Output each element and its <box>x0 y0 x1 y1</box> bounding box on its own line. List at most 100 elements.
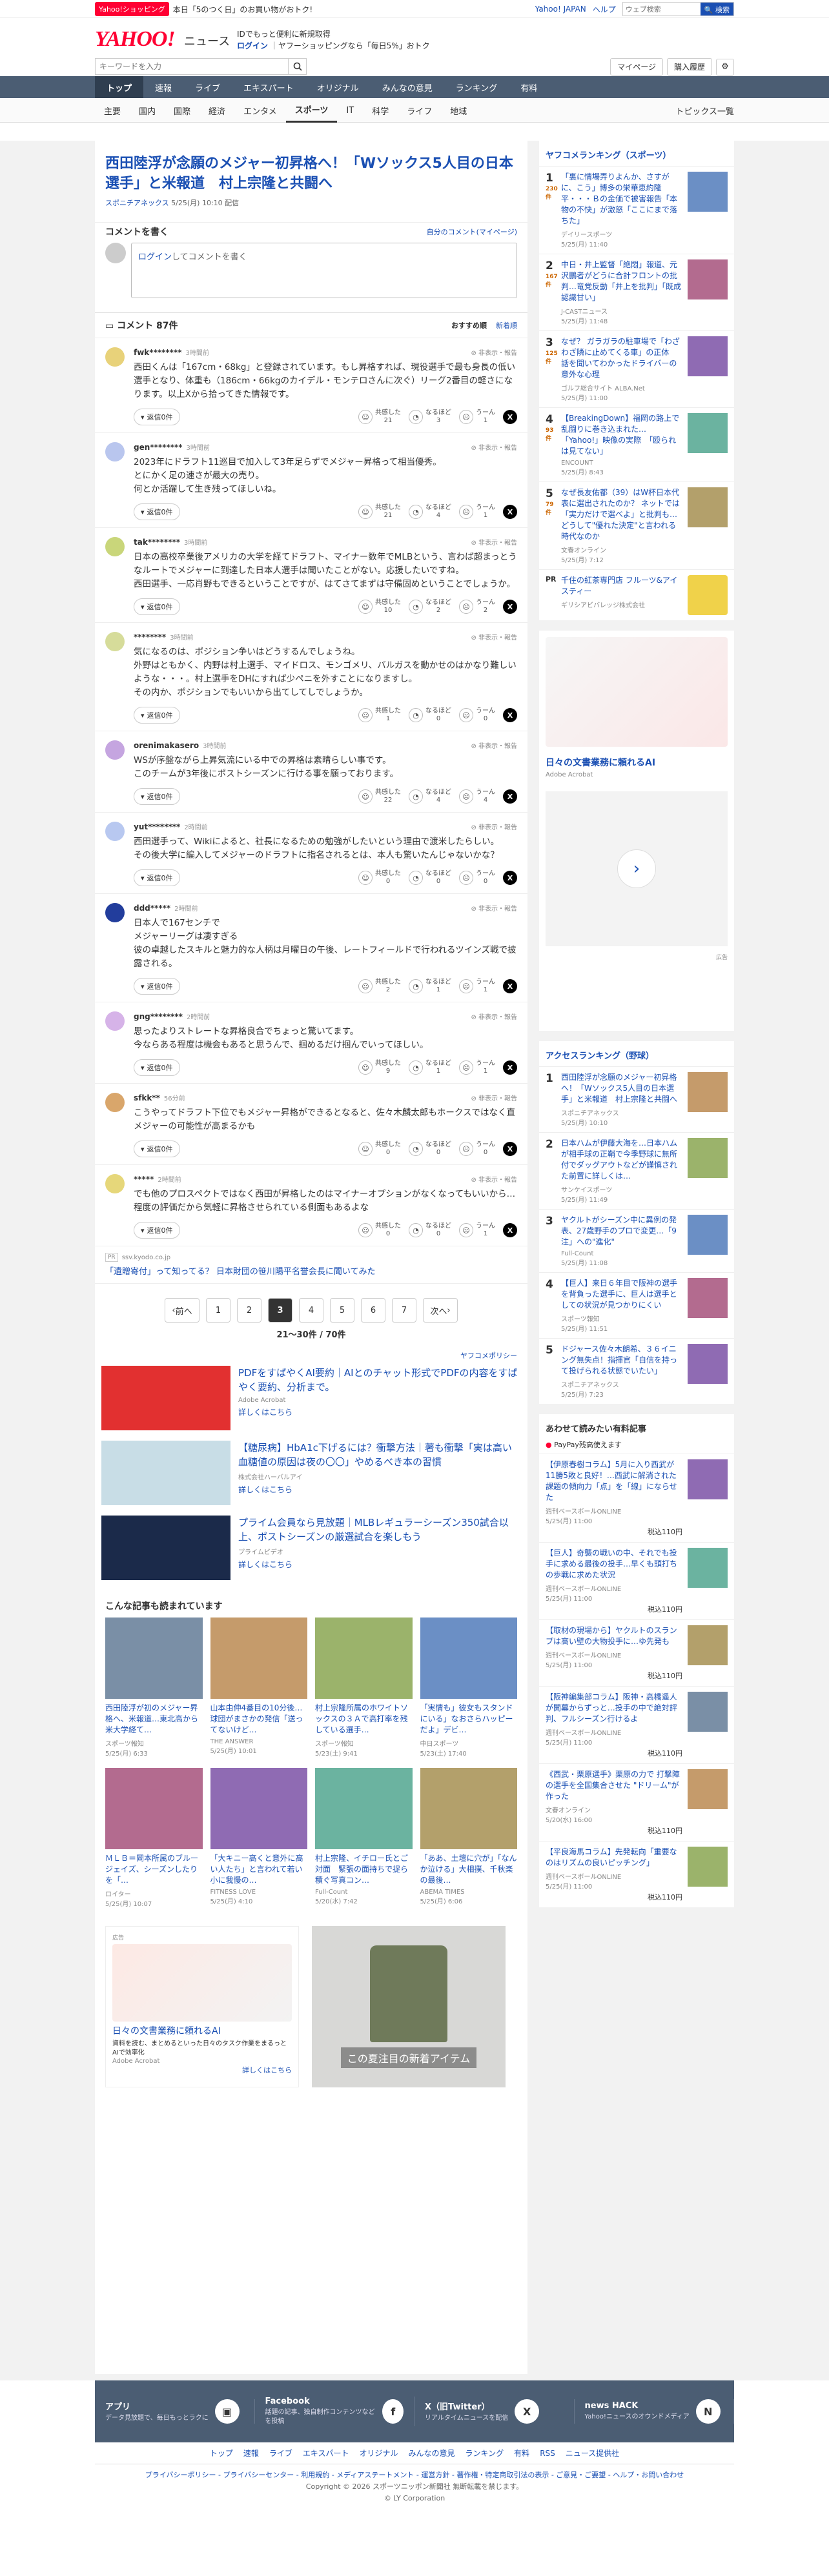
rank-title[interactable]: 中日・井上監督「絶悶」報道、元沢鵬者がどうに合計フロントの批判…竜党反動「井上を… <box>561 259 682 303</box>
web-search-input[interactable] <box>622 3 701 15</box>
read-item[interactable]: 山本由伸4番目の10分後…球団がまさかの発信「送ってないけど… THE ANSWE… <box>210 1618 308 1758</box>
read-title[interactable]: 村上宗隆、イチロー氏とご対面 緊張の面持ちで捉ら積ぐ写真コン… <box>315 1853 413 1886</box>
subnav-item-6[interactable]: IT <box>337 98 363 123</box>
footer-nav-item[interactable]: みんなの意見 <box>409 2448 455 2459</box>
x-share-icon[interactable]: X <box>503 1142 517 1156</box>
report-link[interactable]: ⊘ 非表示・報告 <box>471 632 517 642</box>
subnav-item-7[interactable]: 科学 <box>363 98 398 123</box>
report-link[interactable]: ⊘ 非表示・報告 <box>471 1174 517 1184</box>
vote-fine[interactable]: ◔ なるほど 0 <box>409 1141 451 1157</box>
vote-agree[interactable]: ☺ 共感した 0 <box>358 870 401 886</box>
pager-page[interactable]: 3 <box>268 1298 292 1323</box>
paid-article-title[interactable]: 【巨人】奇襲の戦いの中、それでも投手に求める最後の投手…早くも頭打ちの歩戦に求め… <box>546 1548 682 1581</box>
read-item[interactable]: 「ああ、土壇に穴が」「なんか泣ける」大相撲、千秋楽の最後… ABEMA TIMES… <box>420 1768 517 1908</box>
comment-username[interactable]: ddd***** <box>134 904 170 913</box>
purchase-history-button[interactable]: 購入履歴 <box>666 58 712 76</box>
paid-article-item[interactable]: 【伊原春樹コラム】5月に入り西武が11勝5敗と良好！…西武に解消された課題の傾向… <box>539 1454 734 1542</box>
ad-title[interactable]: 【糖尿病】HbA1c下げるには？衝撃方法｜著も衝撃「実は高い血糖値の原因は夜の〇… <box>238 1441 521 1469</box>
footer-nav-item[interactable]: エキスパート <box>303 2448 349 2459</box>
avatar[interactable] <box>105 632 125 651</box>
x-share-icon[interactable]: X <box>503 979 517 993</box>
pager-page[interactable]: 6 <box>361 1298 385 1323</box>
reply-button[interactable]: ▾ 返信0件 <box>134 503 180 520</box>
pager-prev[interactable]: ‹ 前へ <box>165 1298 200 1323</box>
footer-item[interactable]: Facebook 話題の記事、独自制作コンテンツなどを投稿 f <box>255 2397 414 2426</box>
vote-agree[interactable]: ☺ 共感した 21 <box>358 409 401 425</box>
avatar[interactable] <box>105 1174 125 1193</box>
read-title[interactable]: 西田陸浮が初のメジャー昇格へ、米報道…東北高から米大学経て… <box>105 1703 203 1736</box>
report-link[interactable]: ⊘ 非表示・報告 <box>471 347 517 357</box>
read-item[interactable]: 「実情も」彼女もスタンドにいる」なおさらハッピーだよ」デビ… 中日スポーツ 5/23… <box>420 1618 518 1758</box>
sort-new[interactable]: 新着順 <box>496 320 517 330</box>
vote-hmm[interactable]: ☹ うーん 2 <box>459 599 495 614</box>
report-link[interactable]: ⊘ 非表示・報告 <box>471 740 517 750</box>
report-link[interactable]: ⊘ 非表示・報告 <box>471 537 517 547</box>
rank-title[interactable]: なぜ？ ガラガラの駐車場で「わざわざ隣に止めてくる車」の正体 話を聞いてわかった… <box>561 336 682 380</box>
ad-item[interactable]: PDFをすばやくAI要約｜AIとのチャット形式でPDFの内容をすばやく要約、分析… <box>101 1366 521 1430</box>
vote-hmm[interactable]: ☹ うーん 0 <box>459 870 495 886</box>
pager-next[interactable]: 次へ › <box>423 1298 458 1323</box>
vote-agree[interactable]: ☺ 共感した 2 <box>358 979 401 994</box>
ad-more-link[interactable]: 詳しくはこちら <box>238 1484 521 1495</box>
mainnav-item-7[interactable]: 有料 <box>509 76 549 98</box>
comment-username[interactable]: yut******** <box>134 822 180 831</box>
reply-button[interactable]: ▾ 返信0件 <box>134 1141 180 1157</box>
subnav-item-3[interactable]: 経済 <box>200 98 234 123</box>
vote-fine[interactable]: ◔ なるほど 2 <box>409 599 451 614</box>
x-share-icon[interactable]: X <box>503 789 517 804</box>
vote-hmm[interactable]: ☹ うーん 0 <box>459 707 495 723</box>
vote-agree[interactable]: ☺ 共感した 9 <box>358 1060 401 1075</box>
inline-ad[interactable]: PR ssv.kyodo.co.jp 「遺贈寄付」って知ってる？ 日本財団の笹川… <box>95 1246 527 1284</box>
report-link[interactable]: ⊘ 非表示・報告 <box>471 822 517 831</box>
mainnav-item-2[interactable]: ライブ <box>183 76 232 98</box>
promo-text[interactable]: 本日「5のつく日」のお買い物がおトク! <box>173 4 312 15</box>
shopping-promo[interactable]: ヤフーショッピングなら「毎日5%」おトク <box>278 41 430 50</box>
read-title[interactable]: 「実情も」彼女もスタンドにいる」なおさらハッピーだよ」デビ… <box>420 1703 518 1736</box>
rank-title[interactable]: なぜ長友佑都（39）はW杯日本代表に選出されたのか？ ネットでは「実力だけで選べ… <box>561 487 682 542</box>
ad-more-link[interactable]: 詳しくはこちら <box>238 1406 521 1417</box>
access-rank-title[interactable]: 日本ハムが伊藤大海を…日本ハムが相手球の正鞘で今季野球に無所付でダッグアウトなど… <box>561 1138 682 1182</box>
footer-nav-item[interactable]: RSS <box>540 2449 555 2458</box>
ranking-item[interactable]: 1 230件 「裏に情場弄りよんか、さすがに、こう」博多の栄華恵約隆平・・・Ｂの金価… <box>539 166 734 254</box>
x-share-icon[interactable]: X <box>503 600 517 614</box>
ranking-pr-item[interactable]: PR 千住の紅茶専門店 フルーツ&アイスティー ギリシアビバレッジ株式会社 <box>539 569 734 620</box>
paid-article-title[interactable]: 【取材の現場から】ヤクルトのスランプは高い壁の大物投手に…ゆ先発も <box>546 1625 682 1647</box>
yahoo-japan-link[interactable]: Yahoo! JAPAN <box>535 5 586 14</box>
ad-more-link[interactable]: 詳しくはこちら <box>238 1559 521 1570</box>
vote-fine[interactable]: ◔ なるほど 4 <box>409 789 451 804</box>
avatar[interactable] <box>105 822 125 841</box>
mainnav-item-6[interactable]: ランキング <box>444 76 509 98</box>
report-link[interactable]: ⊘ 非表示・報告 <box>471 442 517 452</box>
subnav-item-8[interactable]: ライフ <box>398 98 441 123</box>
read-item[interactable]: 西田陸浮が初のメジャー昇格へ、米報道…東北高から米大学経て… スポーツ報知 5/25… <box>105 1618 203 1758</box>
subnav-item-1[interactable]: 国内 <box>130 98 165 123</box>
comment-username[interactable]: ***** <box>134 1175 154 1184</box>
vote-agree[interactable]: ☺ 共感した 0 <box>358 1222 401 1238</box>
pager-page[interactable]: 2 <box>237 1298 261 1323</box>
avatar[interactable] <box>105 537 125 556</box>
read-title[interactable]: 山本由伸4番目の10分後…球団がまさかの発信「送ってないけど… <box>210 1703 308 1736</box>
report-link[interactable]: ⊘ 非表示・報告 <box>471 1011 517 1021</box>
vote-hmm[interactable]: ☹ うーん 4 <box>459 789 495 804</box>
mainnav-item-1[interactable]: 速報 <box>143 76 183 98</box>
topics-list-link[interactable]: トピックス一覧 <box>675 105 734 117</box>
x-share-icon[interactable]: X <box>503 1060 517 1075</box>
pager-page[interactable]: 1 <box>206 1298 230 1323</box>
keyword-input[interactable] <box>95 58 289 75</box>
inline-ad-text[interactable]: 「遺贈寄付」って知ってる？ 日本財団の笹川陽平名誉会長に聞いてみた <box>105 1267 375 1277</box>
comment-input[interactable]: ログインしてコメントを書く <box>131 243 517 298</box>
paid-article-title[interactable]: 【伊原春樹コラム】5月に入り西武が11勝5敗と良好！…西武に解消された課題の傾向… <box>546 1459 682 1503</box>
mainnav-item-3[interactable]: エキスパート <box>232 76 305 98</box>
paid-article-title[interactable]: 【平良海馬コラム】先発転向「重要なのはリズムの良いピッチング」 <box>546 1847 682 1869</box>
yahoo-logo[interactable]: YAHOO! <box>95 27 176 52</box>
report-link[interactable]: ⊘ 非表示・報告 <box>471 903 517 913</box>
paid-article-item[interactable]: 【平良海馬コラム】先発転向「重要なのはリズムの良いピッチング」 週刊ベースボールO… <box>539 1841 734 1907</box>
vote-hmm[interactable]: ☹ うーん 1 <box>459 979 495 994</box>
paid-article-title[interactable]: 【阪神編集部コラム】阪神・高橋遥人が開幕からずっと…投手の中で絶対評判、フルシー… <box>546 1692 682 1725</box>
subnav-item-0[interactable]: 主要 <box>95 98 130 123</box>
ad-item[interactable]: プライム会員なら見放題｜MLBレギュラーシーズン350試合以上、ポストシーズンの… <box>101 1516 521 1580</box>
subnav-item-4[interactable]: エンタメ <box>234 98 286 123</box>
reply-button[interactable]: ▾ 返信0件 <box>134 788 180 805</box>
vote-fine[interactable]: ◔ なるほど 1 <box>409 1060 451 1075</box>
comment-username[interactable]: gng******** <box>134 1012 183 1021</box>
